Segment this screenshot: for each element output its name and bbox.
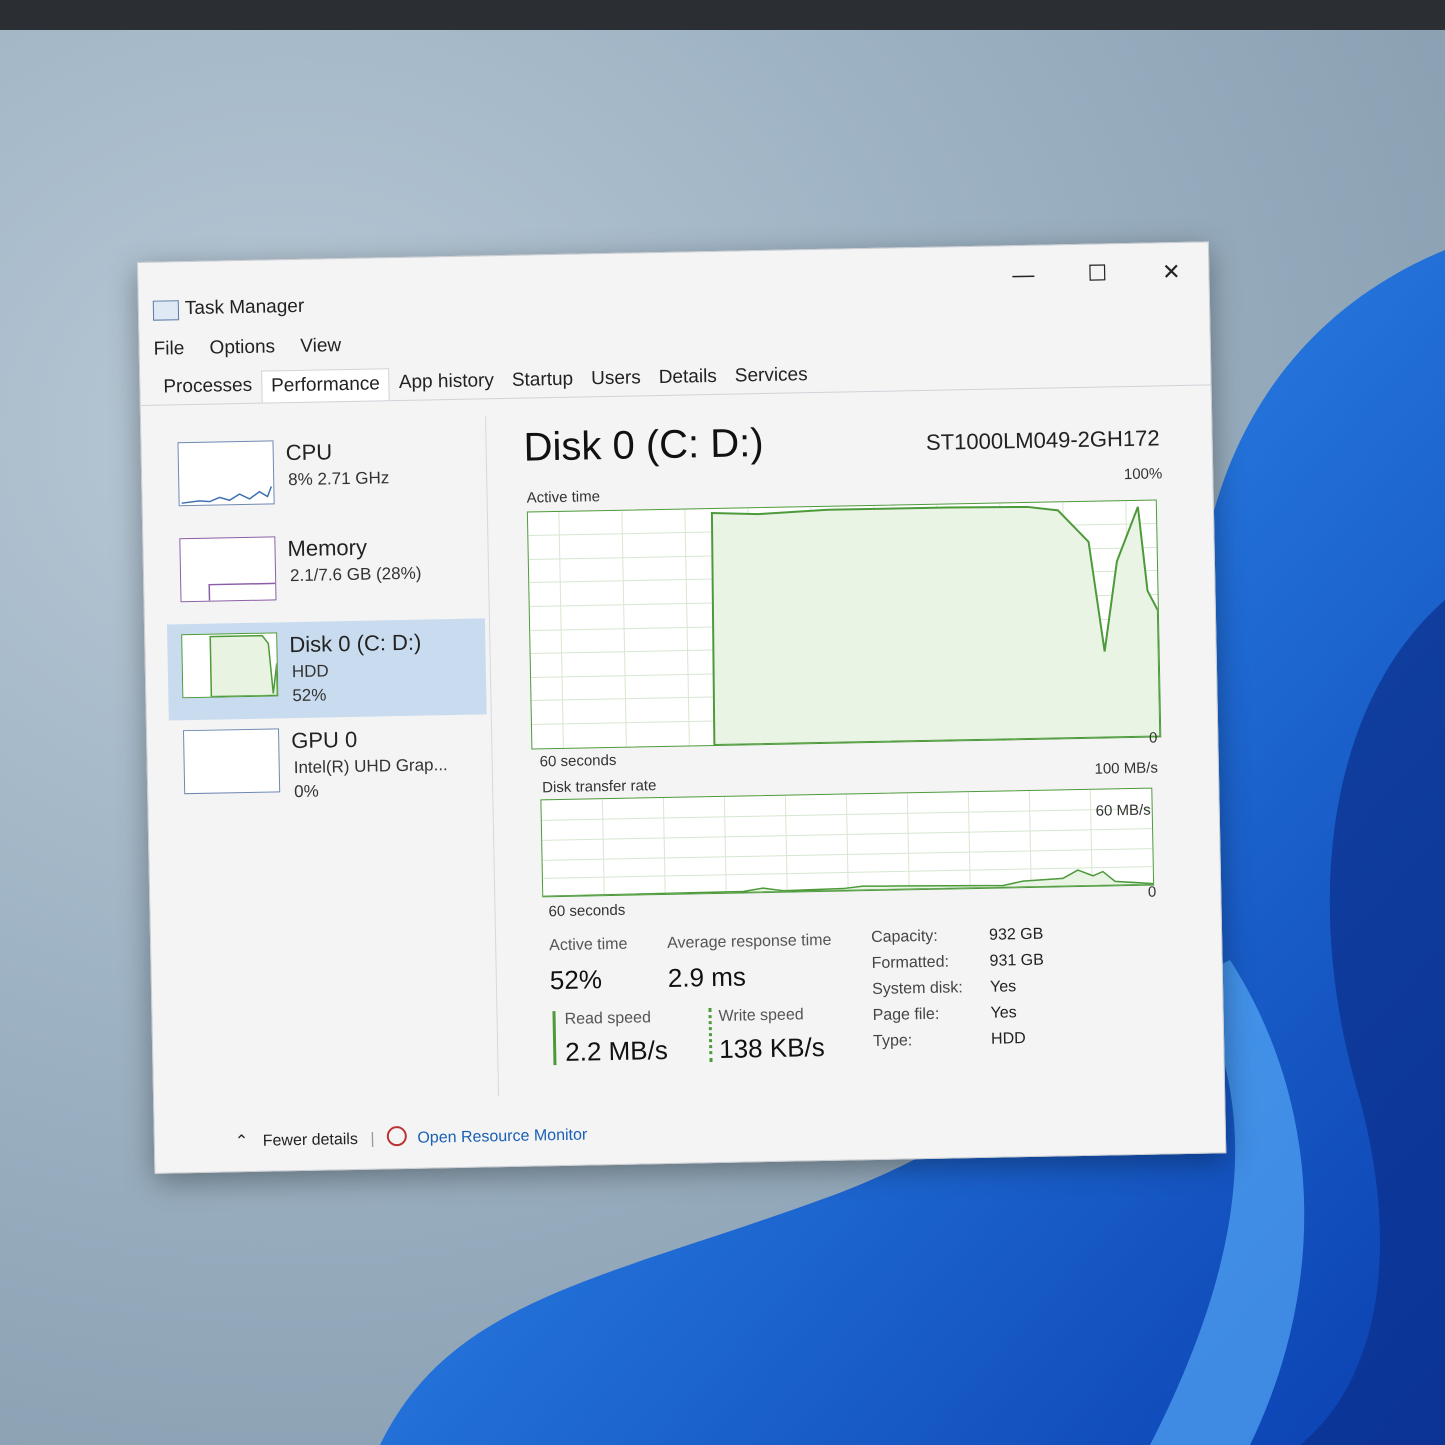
task-manager-window: Task Manager — ☐ ✕ File Options View Pro… xyxy=(137,241,1227,1174)
active-time-label: Active time xyxy=(549,935,628,955)
formatted-label: Formatted: xyxy=(871,953,950,973)
active-time-graph-max: 100% xyxy=(1123,465,1163,484)
tab-performance[interactable]: Performance xyxy=(260,368,391,403)
tab-users[interactable]: Users xyxy=(582,363,650,396)
window-title: Task Manager xyxy=(184,295,305,320)
capacity-value: 932 GB xyxy=(988,925,1044,944)
tab-startup[interactable]: Startup xyxy=(503,364,583,398)
tab-processes[interactable]: Processes xyxy=(154,371,261,405)
read-speed-label: Read speed xyxy=(564,1009,652,1028)
sidebar-item-detail: 8% 2.71 GHz xyxy=(288,468,390,490)
active-time-graph-label: Active time xyxy=(526,488,601,507)
chevron-up-icon[interactable]: ⌃ xyxy=(235,1133,249,1150)
transfer-rate-graph xyxy=(540,787,1155,898)
active-time-graph-min: 0 xyxy=(1148,729,1158,747)
sidebar-item-disk-0[interactable]: Disk 0 (C: D:) HDD 52% xyxy=(166,618,487,721)
menu-file[interactable]: File xyxy=(153,338,184,360)
sidebar-item-gpu-0[interactable]: GPU 0 Intel(R) UHD Grap... 0% xyxy=(169,714,489,816)
active-time-graph xyxy=(526,499,1162,750)
type-value: HDD xyxy=(990,1030,1026,1048)
sidebar-item-percent: 52% xyxy=(292,685,327,706)
task-manager-icon xyxy=(152,300,180,321)
open-resource-monitor-link[interactable]: Open Resource Monitor xyxy=(417,1127,587,1147)
disk-detail-panel: Disk 0 (C: D:) ST1000LM049-2GH172 Active… xyxy=(511,403,1204,1096)
sidebar-item-label: GPU 0 xyxy=(290,726,358,754)
fewer-details-link[interactable]: Fewer details xyxy=(263,1131,358,1150)
read-speed-marker xyxy=(552,1011,557,1066)
menu-view[interactable]: View xyxy=(300,335,341,357)
write-speed-value: 138 KB/s xyxy=(718,1031,825,1064)
sidebar-item-detail: 2.1/7.6 GB (28%) xyxy=(289,563,422,586)
sidebar-item-percent: 0% xyxy=(294,781,319,802)
sidebar-item-detail: Intel(R) UHD Grap... xyxy=(293,755,448,778)
disk-model: ST1000LM049-2GH172 xyxy=(925,425,1160,455)
page-title: Disk 0 (C: D:) xyxy=(523,421,765,470)
maximize-button[interactable]: ☐ xyxy=(1074,258,1121,289)
active-time-value: 52% xyxy=(549,964,603,996)
avg-response-label: Average response time xyxy=(667,931,832,952)
tab-details[interactable]: Details xyxy=(649,362,726,395)
tab-services[interactable]: Services xyxy=(726,360,817,394)
capacity-label: Capacity: xyxy=(870,927,938,947)
close-button[interactable]: ✕ xyxy=(1148,257,1195,288)
minimize-button[interactable]: — xyxy=(1000,260,1047,291)
tab-app-history[interactable]: App history xyxy=(390,366,504,400)
transfer-rate-graph-mid: 60 MB/s xyxy=(1095,801,1151,820)
sidebar-item-label: Disk 0 (C: D:) xyxy=(289,629,422,658)
disk-thumbnail-graph xyxy=(181,632,279,699)
cpu-thumbnail-graph xyxy=(177,440,275,507)
resource-monitor-icon[interactable] xyxy=(386,1125,408,1147)
page-file-value: Yes xyxy=(990,1004,1017,1022)
sidebar-item-label: Memory xyxy=(287,534,368,562)
footer-bar: ⌃ Fewer details | Open Resource Monitor xyxy=(235,1123,588,1152)
transfer-rate-graph-min: 0 xyxy=(1147,883,1157,901)
menu-bar: File Options View xyxy=(153,335,361,361)
write-speed-label: Write speed xyxy=(718,1006,804,1025)
type-label: Type: xyxy=(872,1032,913,1051)
performance-sidebar: CPU 8% 2.71 GHz Memory 2.1/7.6 GB (28%) … xyxy=(155,416,500,1103)
system-disk-value: Yes xyxy=(989,978,1017,996)
transfer-rate-graph-duration: 60 seconds xyxy=(548,901,626,921)
memory-thumbnail-graph xyxy=(179,536,277,603)
read-speed-value: 2.2 MB/s xyxy=(564,1034,669,1067)
menu-options[interactable]: Options xyxy=(209,336,275,358)
gpu-thumbnail-graph xyxy=(182,728,281,795)
system-disk-label: System disk: xyxy=(871,979,963,999)
write-speed-marker xyxy=(708,1008,713,1063)
transfer-rate-graph-max: 100 MB/s xyxy=(1094,759,1159,778)
formatted-value: 931 GB xyxy=(989,951,1044,970)
transfer-rate-graph-label: Disk transfer rate xyxy=(542,777,657,797)
footer-divider: | xyxy=(370,1130,375,1148)
sidebar-item-label: CPU xyxy=(285,439,333,466)
sidebar-item-cpu[interactable]: CPU 8% 2.71 GHz xyxy=(163,426,483,528)
sidebar-item-detail: HDD xyxy=(291,661,329,682)
active-time-graph-duration: 60 seconds xyxy=(539,751,617,771)
page-file-label: Page file: xyxy=(872,1005,940,1025)
avg-response-value: 2.9 ms xyxy=(667,961,747,993)
sidebar-item-memory[interactable]: Memory 2.1/7.6 GB (28%) xyxy=(165,522,485,624)
